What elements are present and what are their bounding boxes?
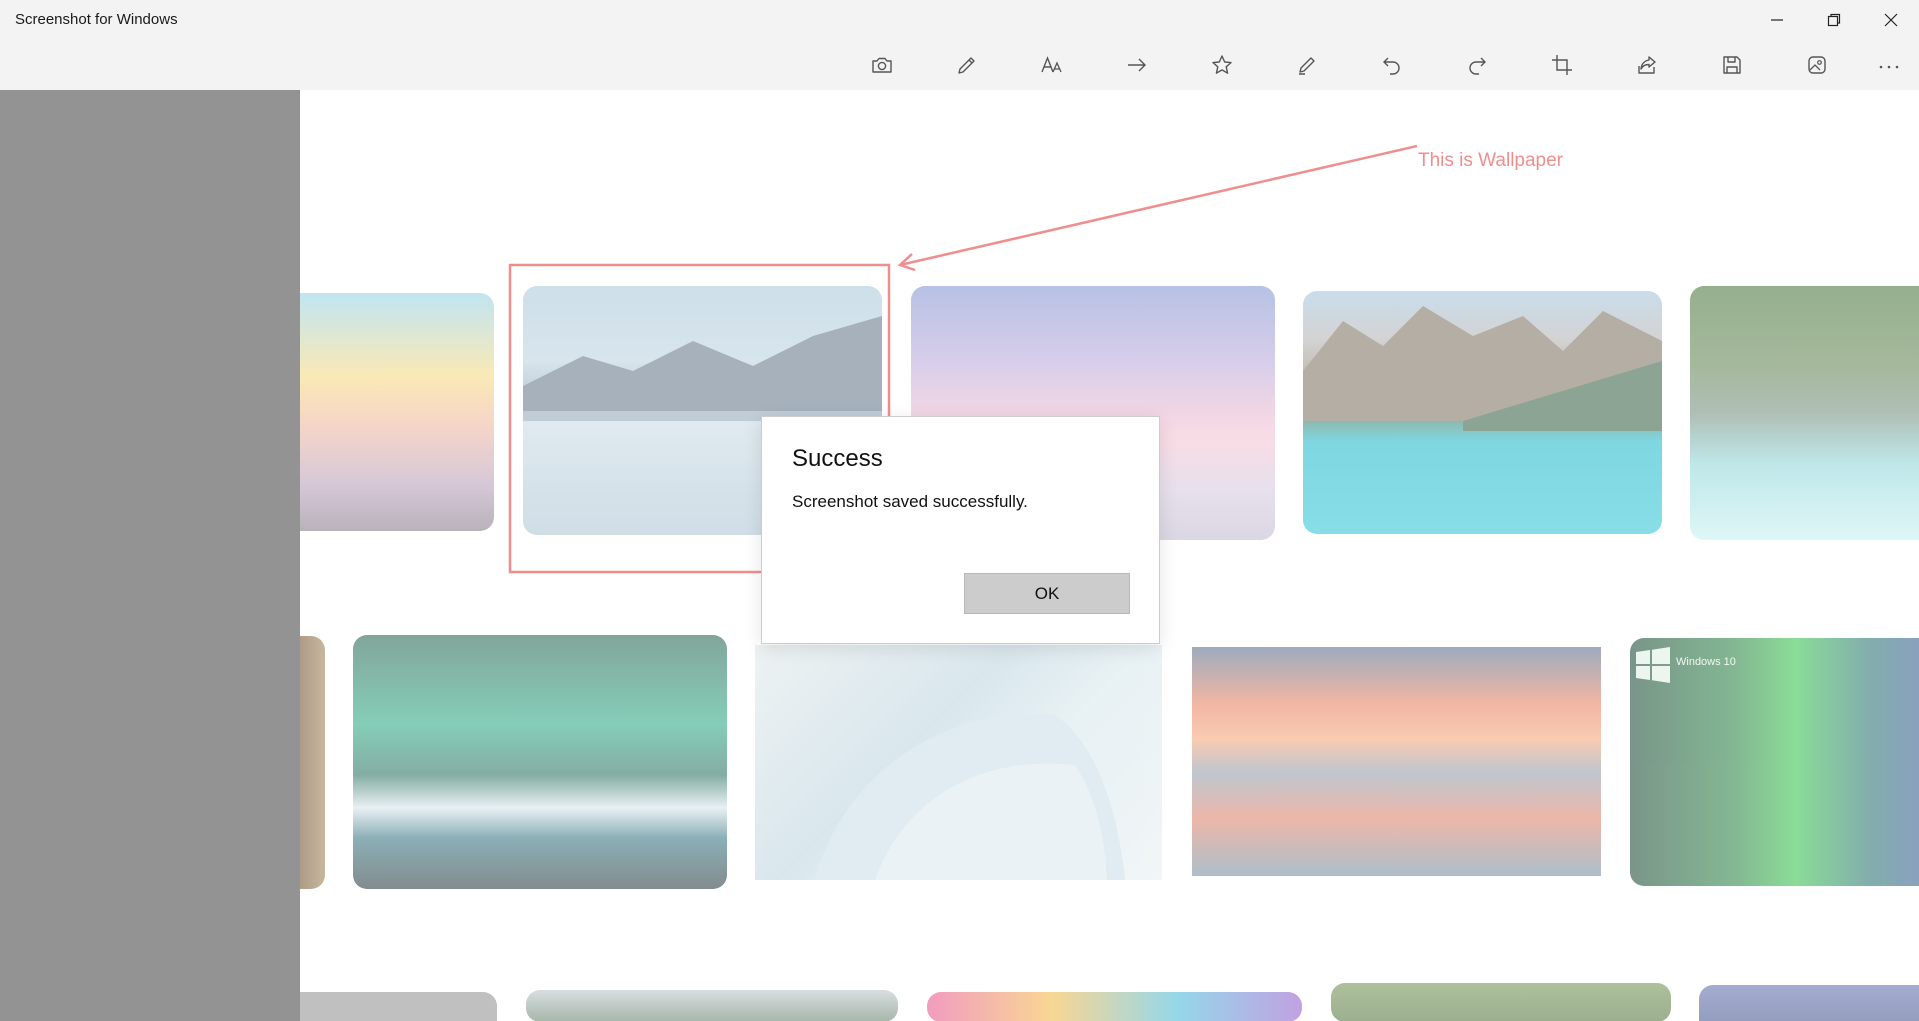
app-window: Screenshot for Windows Windows 10 This i… bbox=[0, 0, 1919, 1021]
restore-button[interactable] bbox=[1806, 0, 1862, 40]
save-icon bbox=[1723, 56, 1741, 74]
crop-button[interactable] bbox=[1542, 46, 1582, 84]
title-bar: Screenshot for Windows bbox=[0, 0, 1919, 40]
gray-region bbox=[0, 90, 300, 1021]
dialog-message: Screenshot saved successfully. bbox=[792, 492, 1028, 511]
annotation-arrow-line bbox=[899, 144, 1418, 267]
arrow-button[interactable] bbox=[1117, 46, 1157, 84]
ok-button[interactable]: OK bbox=[964, 573, 1130, 614]
star-icon bbox=[1212, 55, 1232, 74]
pen-button[interactable] bbox=[947, 46, 987, 84]
camera-icon bbox=[872, 57, 892, 73]
redo-icon bbox=[1469, 57, 1486, 75]
wallpaper-thumbnail-river[interactable] bbox=[1690, 286, 1919, 540]
text-size-icon bbox=[1041, 56, 1062, 73]
annotation-label: This is Wallpaper bbox=[1418, 150, 1564, 171]
success-dialog: Success Screenshot saved successfully. O… bbox=[761, 416, 1160, 644]
wallpaper-thumbnail-wood[interactable] bbox=[300, 636, 325, 889]
wallpaper-thumbnail-row3-c[interactable] bbox=[927, 992, 1302, 1021]
wallpaper-thumbnail-sunset-hills[interactable] bbox=[300, 293, 494, 531]
window-title: Screenshot for Windows bbox=[15, 11, 178, 28]
more-icon bbox=[1879, 65, 1899, 69]
dialog-title: Success bbox=[792, 445, 883, 472]
crop-icon bbox=[1552, 55, 1572, 75]
lake-mountains-image bbox=[1303, 306, 1662, 431]
wallpaper-thumbnail-aurora[interactable] bbox=[353, 635, 727, 889]
shape-button[interactable] bbox=[1202, 46, 1242, 84]
wallpaper-thumbnail-row3-e[interactable] bbox=[1699, 985, 1919, 1021]
share-icon bbox=[1638, 56, 1656, 74]
share-button[interactable] bbox=[1627, 46, 1667, 84]
wallpaper-thumbnail-row3-d[interactable] bbox=[1331, 983, 1671, 1021]
minimize-icon bbox=[1771, 19, 1783, 21]
highlighter-icon bbox=[1299, 57, 1315, 75]
wallpaper-thumbnail-red-sunset[interactable] bbox=[1192, 647, 1601, 876]
close-button[interactable] bbox=[1863, 0, 1919, 40]
annotation-arrow-head bbox=[897, 253, 916, 272]
wallpaper-thumbnail-windows-11-bloom[interactable] bbox=[755, 645, 1162, 880]
toolbar bbox=[0, 40, 1919, 90]
wallpaper-thumbnail-row3-b[interactable] bbox=[526, 990, 898, 1021]
more-button[interactable] bbox=[1869, 46, 1909, 84]
close-icon bbox=[1884, 13, 1898, 27]
undo-icon bbox=[1383, 57, 1400, 75]
wallpaper-thumbnail-row3-a[interactable] bbox=[300, 992, 497, 1021]
text-button[interactable] bbox=[1032, 46, 1072, 84]
highlighter-button[interactable] bbox=[1287, 46, 1327, 84]
wallpaper-thumbnail-windows-10[interactable]: Windows 10 bbox=[1630, 638, 1919, 886]
redo-button[interactable] bbox=[1457, 46, 1497, 84]
bloom-image bbox=[815, 713, 1125, 880]
image-icon bbox=[1808, 56, 1826, 74]
minimize-button[interactable] bbox=[1749, 0, 1805, 40]
save-button[interactable] bbox=[1712, 46, 1752, 84]
capture-button[interactable] bbox=[862, 46, 902, 84]
wallpaper-button[interactable] bbox=[1797, 46, 1837, 84]
windows-10-text: Windows 10 bbox=[1676, 656, 1736, 668]
arrow-right-icon bbox=[1128, 58, 1146, 72]
restore-icon bbox=[1827, 13, 1841, 27]
pen-icon bbox=[958, 57, 975, 74]
undo-button[interactable] bbox=[1372, 46, 1412, 84]
wallpaper-thumbnail-lake-moraine[interactable] bbox=[1303, 291, 1662, 534]
